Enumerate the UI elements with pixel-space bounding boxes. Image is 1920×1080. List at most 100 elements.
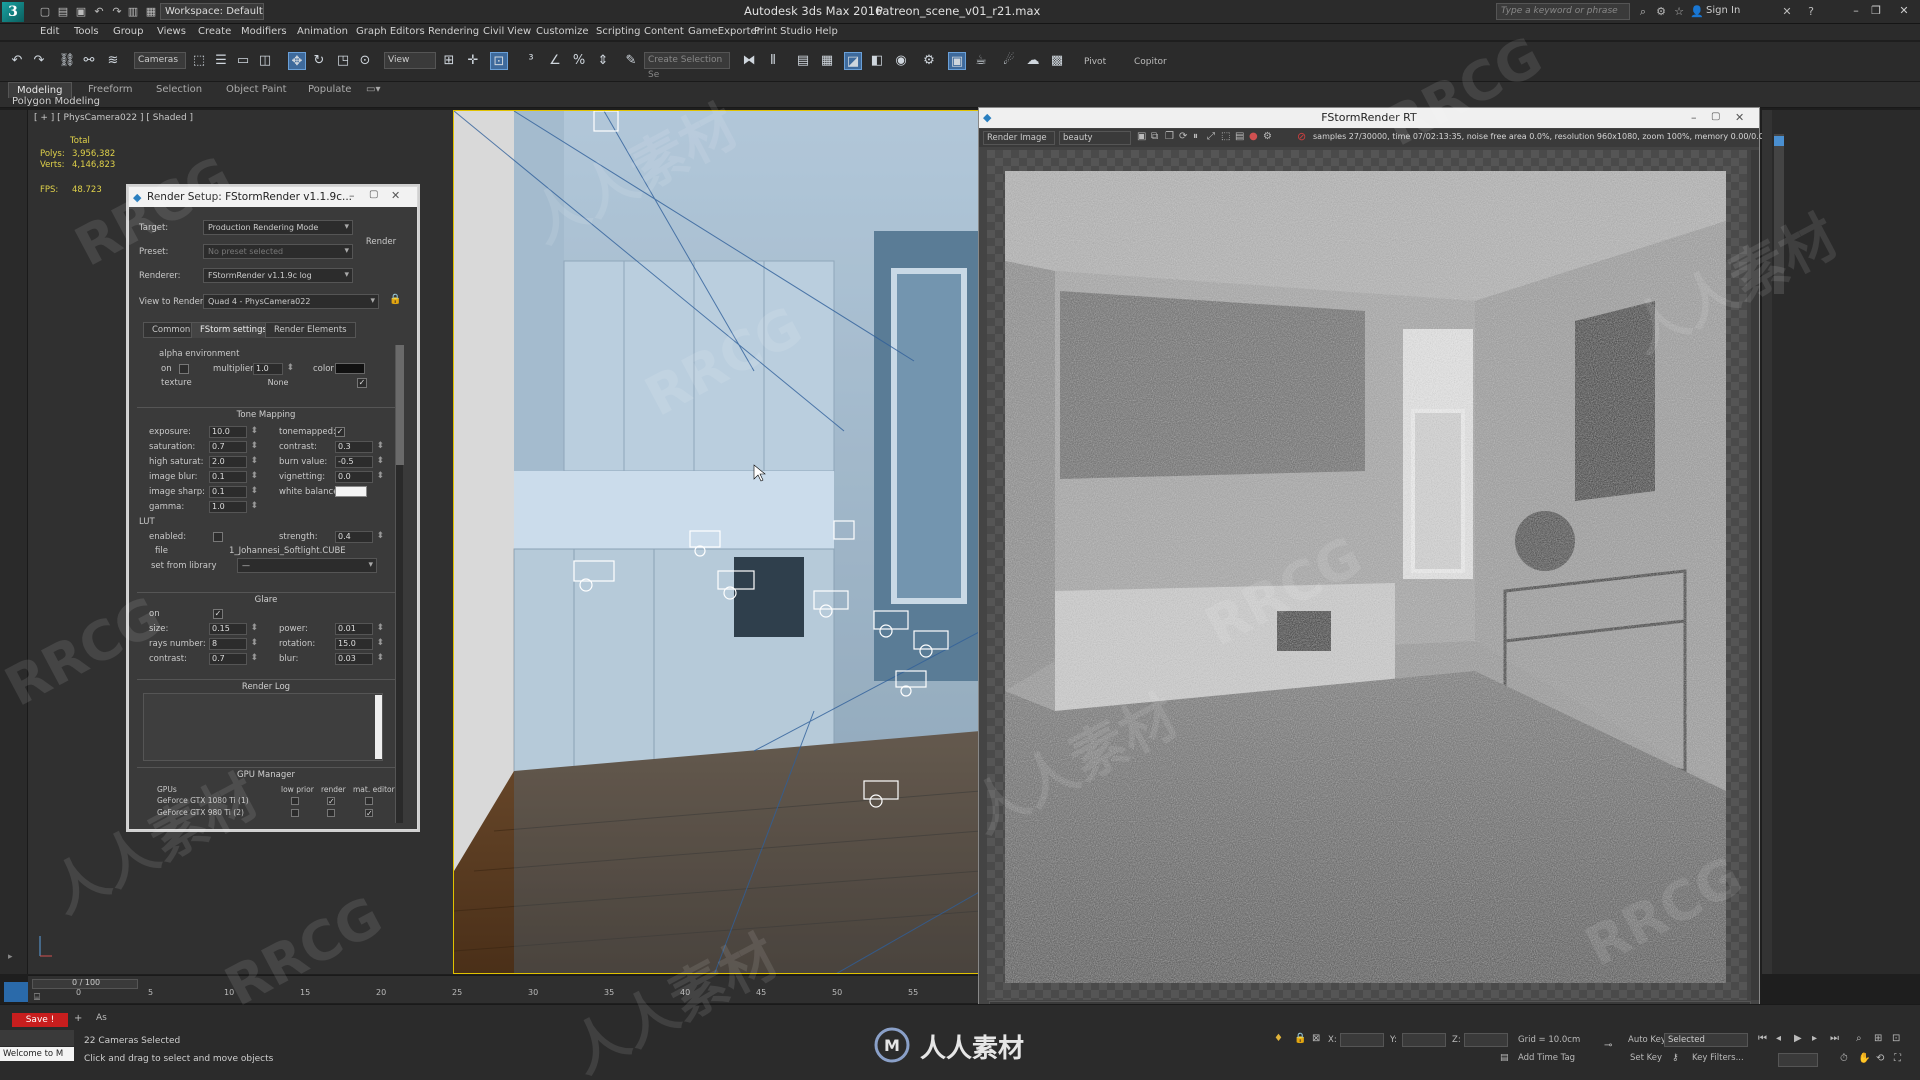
add-icon[interactable]: + <box>74 1013 82 1024</box>
undo-icon[interactable]: ↶ <box>92 5 106 19</box>
ribbon-options-icon[interactable]: ▭▾ <box>366 84 380 95</box>
pivot-label[interactable]: Pivot <box>1084 57 1106 67</box>
link-icon[interactable]: ⛓ <box>58 52 76 70</box>
z-coord-field[interactable] <box>1464 1033 1508 1047</box>
dialog-maximize-button[interactable]: ▢ <box>369 189 378 200</box>
gpu2-mat-checkbox[interactable]: ✓ <box>365 809 373 818</box>
lut-enabled-checkbox[interactable] <box>213 532 223 542</box>
view-to-render-dropdown[interactable]: Quad 4 - PhysCamera022 <box>203 294 379 309</box>
render-vscrollbar[interactable] <box>1751 150 1759 1000</box>
menu-print-studio[interactable]: Print Studio <box>754 26 812 37</box>
undo-icon[interactable]: ↶ <box>8 52 26 70</box>
select-manipulate-icon[interactable]: ✛ <box>464 52 482 70</box>
menu-tools[interactable]: Tools <box>74 26 99 37</box>
render-log-title[interactable]: Render Log <box>137 679 395 692</box>
window-crossing-icon[interactable]: ◫ <box>256 52 274 70</box>
command-panel-scroll[interactable] <box>1774 134 1784 294</box>
toggle-ribbon-icon[interactable]: ▦ <box>818 52 836 70</box>
stop-icon[interactable]: ● <box>1249 131 1258 142</box>
open-file-icon[interactable]: ▤ <box>56 5 70 19</box>
tab-selection[interactable]: Selection <box>148 82 210 97</box>
pivot-center-icon[interactable]: ⊞ <box>440 52 458 70</box>
menu-animation[interactable]: Animation <box>297 26 348 37</box>
menu-group[interactable]: Group <box>113 26 143 37</box>
save-image-icon[interactable]: ▣ <box>1137 131 1146 142</box>
command-panel-tab-create[interactable] <box>1774 136 1784 146</box>
lut-library-dropdown[interactable]: — <box>237 558 377 573</box>
color-swatch[interactable] <box>335 363 365 374</box>
menu-help[interactable]: Help <box>815 26 838 37</box>
select-by-name-icon[interactable]: ☰ <box>212 52 230 70</box>
maximize-viewport-icon[interactable]: ⛶ <box>1894 1053 1901 1064</box>
subscription-icon[interactable]: ⚙ <box>1654 5 1668 19</box>
glare-power-spinner[interactable]: 0.01 <box>335 623 384 635</box>
tab-freeform[interactable]: Freeform <box>80 82 141 97</box>
material-editor-icon[interactable]: ◉ <box>892 52 910 70</box>
track-bar-toggle-icon[interactable]: ⌸ <box>34 992 40 1003</box>
vignetting-spinner[interactable]: 0.0 <box>335 471 384 483</box>
copy-image-icon[interactable]: ⧉ <box>1151 131 1158 142</box>
menu-create[interactable]: Create <box>198 26 231 37</box>
expand-strip-icon[interactable]: ▸ <box>8 952 13 962</box>
go-to-end-icon[interactable]: ⏭ <box>1830 1033 1839 1044</box>
curve-editor-icon[interactable]: ◪ <box>844 52 862 70</box>
next-frame-icon[interactable]: ▸ <box>1812 1033 1817 1044</box>
glare-size-spinner[interactable]: 0.15 <box>209 623 258 635</box>
dialog-close-button[interactable]: ✕ <box>391 189 400 202</box>
zoom-extents-icon[interactable]: ⊡ <box>1892 1033 1900 1044</box>
user-icon[interactable]: 👤 <box>1690 5 1704 19</box>
glare-blur-spinner[interactable]: 0.03 <box>335 653 384 665</box>
tab-render-elements[interactable]: Render Elements <box>265 322 356 338</box>
restore-button[interactable]: ❐ <box>1868 4 1884 18</box>
camera-viewport[interactable] <box>453 110 980 974</box>
new-file-icon[interactable]: ▢ <box>38 5 52 19</box>
named-selection-dropdown[interactable]: Create Selection Se <box>644 52 730 80</box>
selection-filter-dropdown[interactable]: Cameras <box>134 52 186 69</box>
isolate-icon[interactable]: ♦ <box>1274 1033 1283 1044</box>
time-tag-icon[interactable]: ▤ <box>1500 1053 1509 1063</box>
render-setup-scrollbar[interactable] <box>395 345 404 823</box>
mini-curve-editor-icon[interactable] <box>4 982 28 1002</box>
menu-views[interactable]: Views <box>157 26 186 37</box>
lock-icon[interactable]: 🔒 <box>389 294 401 305</box>
set-key-button[interactable]: Set Key <box>1630 1053 1662 1063</box>
angle-snap-icon[interactable]: ∠ <box>546 52 564 70</box>
settings-icon[interactable]: ⚙ <box>1263 131 1272 142</box>
lut-file-value[interactable]: 1_Johannesi_Softlight.CUBE <box>229 546 346 556</box>
command-panel[interactable] <box>1762 110 1920 974</box>
absolute-mode-icon[interactable]: ⊠ <box>1312 1033 1320 1044</box>
glare-contrast-spinner[interactable]: 0.7 <box>209 653 258 665</box>
menu-rendering[interactable]: Rendering <box>428 26 479 37</box>
placement-icon[interactable]: ⊙ <box>356 52 374 70</box>
app-logo-icon[interactable]: 3 <box>2 2 24 22</box>
key-icon[interactable]: ⚷ <box>1672 1053 1679 1063</box>
texture-checkbox[interactable]: ✓ <box>357 378 367 388</box>
zoom-all-icon[interactable]: ⊞ <box>1874 1033 1882 1044</box>
render-setup-icon[interactable]: ⚙ <box>920 52 938 70</box>
render-setup-dialog[interactable]: Render Setup: FStormRender v1.1.9c... ◆ … <box>128 186 418 830</box>
high-saturat-spinner[interactable]: 2.0 <box>209 456 258 468</box>
render-active-shade-icon[interactable]: ▩ <box>1048 52 1066 70</box>
current-frame-field[interactable] <box>1778 1053 1818 1067</box>
x-coord-field[interactable] <box>1340 1033 1384 1047</box>
glare-title[interactable]: Glare <box>137 592 395 605</box>
menu-graph-editors[interactable]: Graph Editors <box>356 26 425 37</box>
menu-content[interactable]: Content <box>644 26 684 37</box>
contrast-spinner[interactable]: 0.3 <box>335 441 384 453</box>
rect-selection-icon[interactable]: ▭ <box>234 52 252 70</box>
maxscript-icon[interactable]: As <box>96 1013 107 1023</box>
texture-button[interactable]: None <box>209 376 347 389</box>
white-balance-swatch[interactable] <box>335 486 367 497</box>
ribbon-panel-label[interactable]: Polygon Modeling <box>12 96 100 107</box>
tab-object-paint[interactable]: Object Paint <box>218 82 295 97</box>
add-time-tag[interactable]: Add Time Tag <box>1518 1053 1575 1063</box>
multiplier-spinner[interactable]: 1.0 <box>253 363 294 375</box>
binoculars-icon[interactable]: ⌕ <box>1636 5 1650 19</box>
viewport-label[interactable]: [ + ] [ PhysCamera022 ] [ Shaded ] <box>34 113 193 123</box>
select-object-icon[interactable]: ⬚ <box>190 52 208 70</box>
minimize-button[interactable]: – <box>1848 4 1864 18</box>
align-icon[interactable]: ⫴ <box>764 52 782 70</box>
mirror-icon[interactable]: ⧓ <box>740 52 758 70</box>
selection-lock-icon[interactable]: 🔒 <box>1294 1033 1306 1044</box>
favorites-icon[interactable]: ☆ <box>1672 5 1686 19</box>
